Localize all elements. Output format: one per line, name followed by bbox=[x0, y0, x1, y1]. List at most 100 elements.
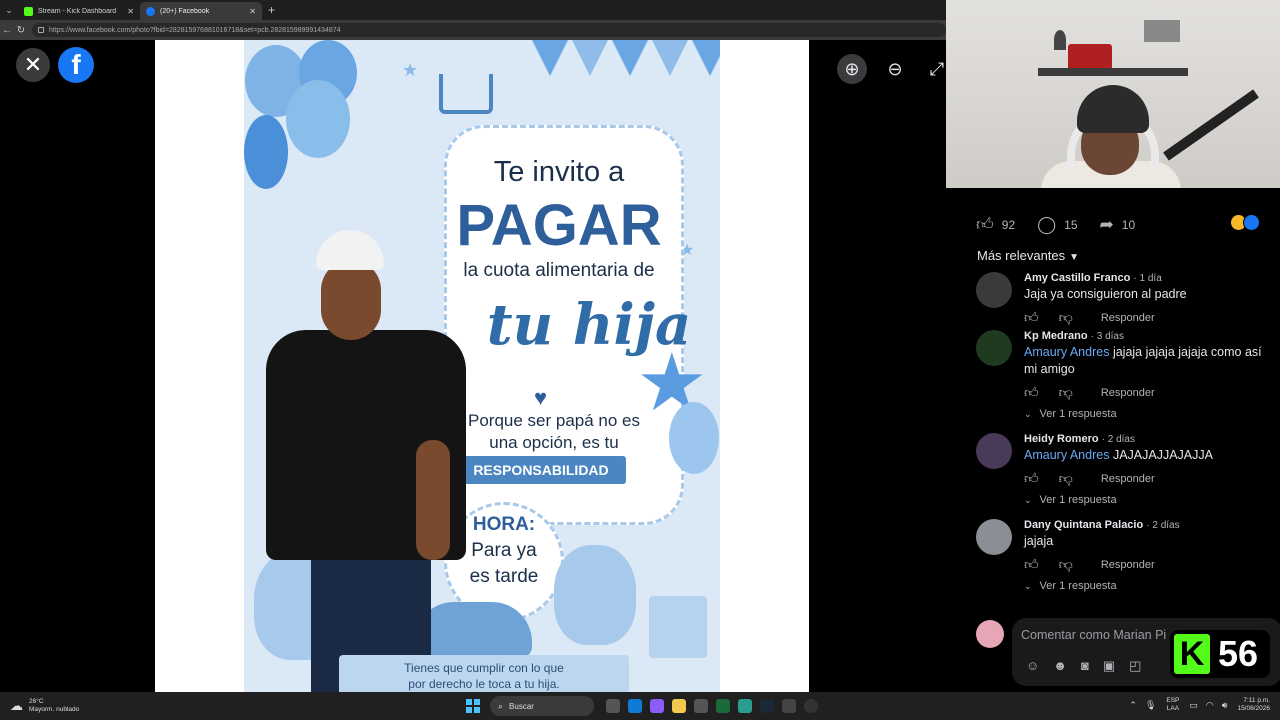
volume-icon[interactable]: 🔊︎ bbox=[1222, 700, 1228, 711]
streamer bbox=[1041, 85, 1181, 188]
reply-button[interactable]: Responder bbox=[1101, 387, 1155, 399]
zoom-in-icon: ⊕ bbox=[844, 58, 860, 79]
mic-icon[interactable]: 🎙︎ bbox=[1145, 700, 1156, 711]
sort-label: Más relevantes bbox=[977, 248, 1066, 263]
avatar[interactable] bbox=[976, 330, 1012, 366]
dislike-comment-icon[interactable]: 👎︎ bbox=[1059, 556, 1073, 573]
app-icon[interactable] bbox=[738, 699, 752, 713]
comment-author[interactable]: Amy Castillo Franco bbox=[1024, 272, 1130, 284]
store-icon[interactable] bbox=[694, 699, 708, 713]
photo: ★ ★ ★ Te invito a PAGAR la cuota aliment… bbox=[155, 40, 809, 692]
url-field[interactable]: https://www.facebook.com/photo?fbid=2828… bbox=[32, 23, 946, 37]
tab-label: (20+) Facebook bbox=[160, 7, 210, 15]
clock[interactable]: 7:11 p.m. 15/08/2026 bbox=[1237, 697, 1270, 713]
reply-button[interactable]: Responder bbox=[1101, 312, 1155, 324]
like-comment-icon[interactable]: 👍︎ bbox=[1024, 556, 1039, 573]
share-count[interactable]: ➦ 10 bbox=[1100, 215, 1136, 235]
pennant-decoration bbox=[692, 40, 720, 76]
dislike-comment-icon[interactable]: 👎︎ bbox=[1059, 309, 1073, 326]
language-indicator[interactable]: ESP LAA bbox=[1166, 697, 1179, 713]
reaction-summary[interactable] bbox=[1230, 214, 1260, 231]
like-comment-icon[interactable]: 👍︎ bbox=[1024, 470, 1039, 487]
comment-time-value: 2 días bbox=[1152, 520, 1180, 531]
sort-dropdown[interactable]: Más relevantes ▼ bbox=[977, 248, 1079, 263]
steam-icon[interactable] bbox=[760, 699, 774, 713]
close-icon[interactable]: ✕ bbox=[127, 7, 134, 16]
balloon-decoration bbox=[669, 402, 719, 474]
gif-icon[interactable]: ▣ bbox=[1103, 658, 1115, 674]
share-arrow-icon: ➦ bbox=[1099, 214, 1114, 234]
tab-kick-dashboard[interactable]: Stream - Kick Dashboard ✕ bbox=[18, 2, 140, 20]
app-icon[interactable] bbox=[782, 699, 796, 713]
reply-button[interactable]: Responder bbox=[1101, 473, 1155, 485]
zoom-out-icon: ⊖ bbox=[887, 58, 903, 79]
comments-panel: 👍︎ 92 ◯ 15 ➦ 10 Más relevantes ▼ Amy Castill… bbox=[946, 188, 1280, 692]
like-comment-icon[interactable]: 👍︎ bbox=[1024, 384, 1039, 401]
emoji-icon[interactable]: ☻ bbox=[1053, 658, 1067, 674]
dislike-comment-icon[interactable]: 👎︎ bbox=[1059, 384, 1073, 401]
dislike-comment-icon[interactable]: 👎︎ bbox=[1059, 470, 1073, 487]
task-view-icon[interactable] bbox=[606, 699, 620, 713]
flyer-invite-text: Te invito a bbox=[493, 156, 625, 188]
avatar[interactable] bbox=[976, 519, 1012, 555]
responsabilidad-ribbon: RESPONSABILIDAD bbox=[456, 456, 626, 484]
chevron-up-icon[interactable]: ⌃ bbox=[1129, 700, 1137, 711]
comment-author[interactable]: Heidy Romero bbox=[1024, 433, 1099, 445]
back-icon[interactable]: ← bbox=[0, 25, 14, 36]
like-count[interactable]: 👍︎ 92 bbox=[976, 214, 1015, 235]
taskbar-search[interactable]: ⌕ Buscar bbox=[490, 696, 594, 716]
reload-icon[interactable]: ↻ bbox=[14, 25, 28, 36]
comment-author[interactable]: Kp Medrano bbox=[1024, 330, 1088, 342]
chevron-down-icon: ⌄ bbox=[1024, 495, 1032, 505]
system-tray: ⌃ 🎙︎ ESP LAA ▭ ◠ 🔊︎ 7:11 p.m. 15/08/2026 bbox=[1125, 697, 1270, 713]
person-head bbox=[321, 260, 381, 340]
reply-button[interactable]: Responder bbox=[1101, 559, 1155, 571]
radio bbox=[1068, 44, 1112, 70]
camera-icon[interactable]: ◙ bbox=[1081, 658, 1089, 674]
view-replies-button[interactable]: ⌄ Ver 1 respuesta bbox=[1024, 408, 1264, 420]
post-actions-row: 👍︎ 92 ◯ 15 ➦ 10 bbox=[976, 214, 1157, 235]
comment-mention[interactable]: Amaury Andres bbox=[1024, 448, 1109, 462]
avatar[interactable] bbox=[976, 433, 1012, 469]
copilot-icon[interactable] bbox=[650, 699, 664, 713]
comment-time-value: 2 días bbox=[1107, 434, 1135, 445]
comment-text: jajaja bbox=[1024, 533, 1264, 550]
weather-temp: 26°C bbox=[29, 698, 44, 705]
view-replies-button[interactable]: ⌄ Ver 1 respuesta bbox=[1024, 580, 1264, 592]
wifi-icon[interactable]: ◠ bbox=[1206, 700, 1214, 711]
view-replies-label: Ver 1 respuesta bbox=[1039, 408, 1117, 420]
zoom-in-button[interactable]: ⊕ bbox=[837, 54, 867, 84]
avatar-sticker-icon[interactable]: ☺ bbox=[1026, 658, 1039, 674]
like-comment-icon[interactable]: 👍︎ bbox=[1024, 309, 1039, 326]
monitor-icon[interactable]: ▭ bbox=[1189, 700, 1198, 711]
webcam-overlay bbox=[946, 0, 1280, 188]
app-icon[interactable] bbox=[716, 699, 730, 713]
view-replies-label: Ver 1 respuesta bbox=[1039, 580, 1117, 592]
obs-icon[interactable] bbox=[804, 699, 818, 713]
tab-list-icon[interactable]: ⌄ bbox=[0, 0, 18, 20]
site-info-icon[interactable] bbox=[38, 27, 44, 33]
windows-start-icon[interactable] bbox=[466, 699, 480, 713]
comment-text: Jaja ya consiguieron al padre bbox=[1024, 286, 1264, 303]
close-viewer-button[interactable]: ✕ bbox=[16, 48, 50, 82]
pennant-decoration bbox=[532, 40, 568, 76]
cloud-icon: ☁ bbox=[10, 698, 23, 713]
edge-icon[interactable] bbox=[628, 699, 642, 713]
comment-count[interactable]: ◯ 15 bbox=[1037, 215, 1077, 235]
comment-bubble-icon: ◯ bbox=[1037, 214, 1057, 234]
file-explorer-icon[interactable] bbox=[672, 699, 686, 713]
close-icon[interactable]: ✕ bbox=[249, 7, 256, 16]
balloon-decoration bbox=[286, 80, 350, 158]
zoom-out-button[interactable]: ⊖ bbox=[880, 54, 910, 84]
comment-author[interactable]: Dany Quintana Palacio bbox=[1024, 519, 1143, 531]
weather-widget[interactable]: ☁ 26°C Mayorm. nublado bbox=[10, 698, 79, 714]
share-count-value: 10 bbox=[1121, 217, 1136, 232]
new-tab-icon[interactable]: + bbox=[268, 3, 275, 17]
sticker-icon[interactable]: ◰ bbox=[1129, 658, 1141, 674]
view-replies-button[interactable]: ⌄ Ver 1 respuesta bbox=[1024, 494, 1264, 506]
facebook-logo-icon[interactable]: f bbox=[58, 47, 94, 83]
tab-facebook[interactable]: (20+) Facebook ✕ bbox=[140, 2, 262, 20]
person-cap bbox=[316, 230, 384, 270]
avatar[interactable] bbox=[976, 272, 1012, 308]
comment-mention[interactable]: Amaury Andres bbox=[1024, 345, 1109, 359]
